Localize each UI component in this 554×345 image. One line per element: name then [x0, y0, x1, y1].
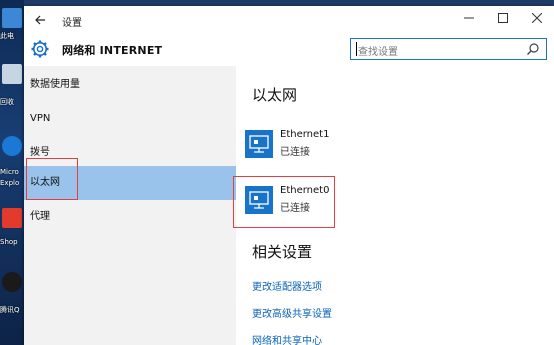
link-advanced-sharing-settings[interactable]: 更改高级共享设置 [252, 305, 332, 320]
search-icon[interactable] [526, 42, 540, 56]
window-title: 设置 [62, 18, 82, 29]
computer-icon [2, 8, 22, 28]
highlight-box-ethernet-nav [26, 158, 78, 200]
search-input[interactable]: 查找设置 [350, 38, 547, 60]
recycle-bin-icon [2, 64, 22, 84]
related-settings-title: 相关设置 [252, 243, 313, 261]
desktop-icon-edge[interactable]: Micro Explo [0, 134, 24, 194]
text-caret [356, 42, 357, 56]
close-button[interactable] [524, 10, 550, 30]
section-title: 以太网 [252, 86, 298, 104]
link-change-adapter-options[interactable]: 更改适配器选项 [252, 278, 322, 293]
page-title: 网络和 INTERNET [62, 44, 163, 57]
desktop-icon-label: Explo [0, 179, 20, 187]
desktop-strip: 此电 回收 Micro Explo Shop 腾讯Q [0, 0, 24, 345]
desktop-icon-label: Shop [0, 238, 18, 246]
desktop-icon-this-pc[interactable]: 此电 [0, 6, 24, 46]
adapter-name: Ethernet1 [280, 129, 330, 140]
desktop-icon-shop[interactable]: Shop [0, 206, 24, 250]
adapter-status: 已连接 [280, 147, 310, 158]
minimize-button[interactable] [456, 10, 482, 30]
settings-nav: 数据使用量 VPN 拨号 以太网 代理 [24, 66, 236, 345]
desktop-icon-label: 此电 [0, 32, 14, 40]
desktop-icon-label: 回收 [0, 98, 14, 106]
search-placeholder: 查找设置 [358, 47, 398, 58]
close-icon [531, 12, 543, 24]
ethernet-content: 以太网 Ethernet1 已连接 Ethernet0 已连接 相关设置 更改适… [233, 66, 554, 345]
desktop-icon-recycle-bin[interactable]: 回收 [0, 62, 24, 106]
maximize-button[interactable] [490, 10, 516, 30]
edge-icon [2, 136, 22, 156]
nav-item-data-usage[interactable]: 数据使用量 [24, 68, 236, 102]
desktop-icon-label: Micro [0, 168, 19, 176]
gear-icon [30, 39, 50, 59]
settings-window: 设置 网络和 INTERNET 查找设置 数据使用量 VPN 拨号 以太网 代理… [24, 6, 554, 345]
page-header: 网络和 INTERNET 查找设置 [24, 34, 554, 66]
back-arrow-icon [35, 15, 45, 25]
nav-item-label: 代理 [30, 211, 50, 222]
adapter-ethernet1[interactable]: Ethernet1 已连接 [244, 126, 424, 166]
qq-icon [2, 272, 22, 292]
nav-item-proxy[interactable]: 代理 [24, 200, 236, 234]
nav-item-label: VPN [30, 113, 51, 124]
nav-item-label: 数据使用量 [30, 79, 80, 90]
back-button[interactable] [30, 10, 50, 30]
nav-item-vpn[interactable]: VPN [24, 102, 236, 136]
highlight-box-ethernet0 [233, 176, 335, 228]
network-adapter-icon [245, 130, 273, 158]
desktop-icon-qq[interactable]: 腾讯Q [0, 270, 24, 320]
shop-icon [2, 208, 22, 228]
desktop-icon-label: 腾讯Q [0, 306, 20, 314]
maximize-icon [498, 13, 508, 23]
title-bar: 设置 [24, 6, 554, 34]
link-network-sharing-center[interactable]: 网络和共享中心 [252, 332, 322, 345]
minimize-icon [464, 17, 474, 19]
